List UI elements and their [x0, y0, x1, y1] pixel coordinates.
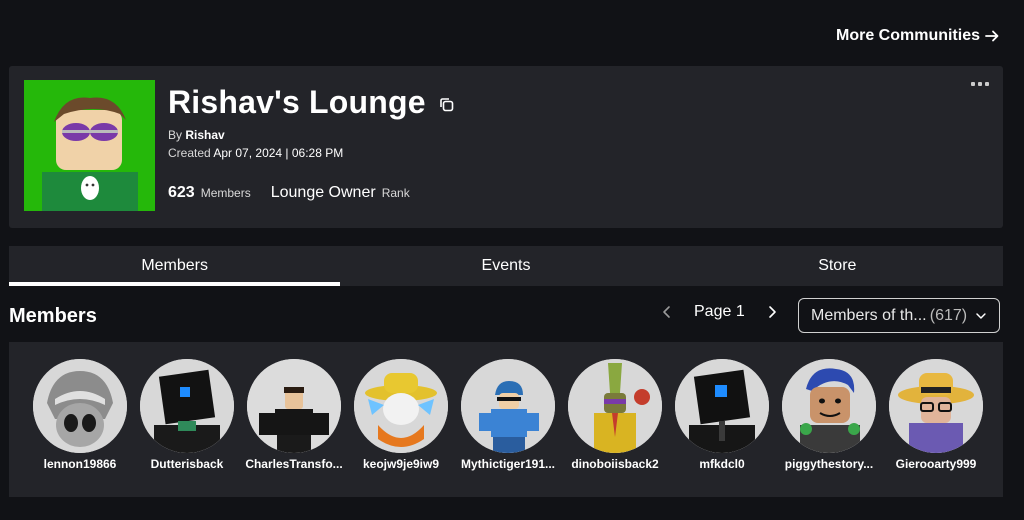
dropdown-selected: Members of th...: [811, 306, 926, 324]
member-role-dropdown[interactable]: Members of th... (617): [798, 298, 1000, 333]
rank-label: Rank: [381, 186, 410, 200]
tab-members[interactable]: Members: [9, 246, 341, 286]
member-card[interactable]: Dutterisback: [133, 359, 241, 471]
page-label: Page 1: [694, 303, 745, 320]
chevron-down-icon: [976, 312, 986, 319]
member-avatar: [354, 359, 448, 453]
member-card[interactable]: mfkdcl0: [668, 359, 776, 471]
member-count: 623: [168, 184, 195, 201]
member-card[interactable]: dinoboiisback2: [561, 359, 669, 471]
owner-name[interactable]: Rishav: [185, 128, 224, 142]
owner-line: By Rishav: [168, 128, 225, 142]
copy-icon[interactable]: [438, 96, 456, 114]
member-card[interactable]: CharlesTransfo...: [240, 359, 348, 471]
members-grid: lennon19866 Dutterisback CharlesTransfo.…: [9, 342, 1003, 497]
member-avatar: [461, 359, 555, 453]
chevron-left-icon[interactable]: [660, 305, 674, 319]
member-avatar: [675, 359, 769, 453]
member-avatar: [140, 359, 234, 453]
member-avatar: [568, 359, 662, 453]
member-card[interactable]: Mythictiger191...: [454, 359, 562, 471]
member-avatar: [33, 359, 127, 453]
tab-events[interactable]: Events: [340, 246, 671, 286]
member-name: piggythestory...: [784, 457, 874, 471]
arrow-right-icon: [985, 30, 999, 42]
member-name: keojw9je9iw9: [362, 457, 440, 471]
pagination: Page 1: [660, 303, 779, 321]
rank-value: Lounge Owner: [270, 184, 376, 201]
created-date: Apr 07, 2024 | 06:28 PM: [213, 146, 344, 160]
more-options-icon[interactable]: [971, 82, 989, 86]
community-header-card: Rishav's Lounge By Rishav Created Apr 07…: [9, 66, 1003, 228]
member-name: Dutterisback: [150, 457, 224, 471]
community-avatar: [24, 80, 155, 211]
member-count-label: Members: [200, 186, 251, 200]
chevron-right-icon[interactable]: [765, 305, 779, 319]
community-tabs: Members Events Store: [9, 246, 1003, 286]
more-communities-link[interactable]: More Communities: [836, 27, 1000, 45]
member-name: mfkdcl0: [699, 457, 745, 471]
community-title: Rishav's Lounge: [168, 84, 426, 120]
member-avatar: [247, 359, 341, 453]
member-card[interactable]: piggythestory...: [775, 359, 883, 471]
member-name: lennon19866: [43, 457, 117, 471]
member-name: CharlesTransfo...: [245, 457, 343, 471]
members-section-title: Members: [9, 305, 97, 327]
member-card[interactable]: Gierooarty999: [882, 359, 990, 471]
community-stats: 623 Members Lounge Owner Rank: [168, 184, 424, 202]
member-name: Mythictiger191...: [460, 457, 556, 471]
member-card[interactable]: lennon19866: [26, 359, 134, 471]
member-avatar: [889, 359, 983, 453]
dropdown-count: (617): [929, 306, 968, 324]
member-card[interactable]: keojw9je9iw9: [347, 359, 455, 471]
member-name: dinoboiisback2: [571, 457, 659, 471]
more-communities-label: More Communities: [835, 27, 980, 44]
member-name: Gierooarty999: [895, 457, 977, 471]
tab-store[interactable]: Store: [672, 246, 1003, 286]
created-line: Created Apr 07, 2024 | 06:28 PM: [168, 146, 344, 160]
member-avatar: [782, 359, 876, 453]
